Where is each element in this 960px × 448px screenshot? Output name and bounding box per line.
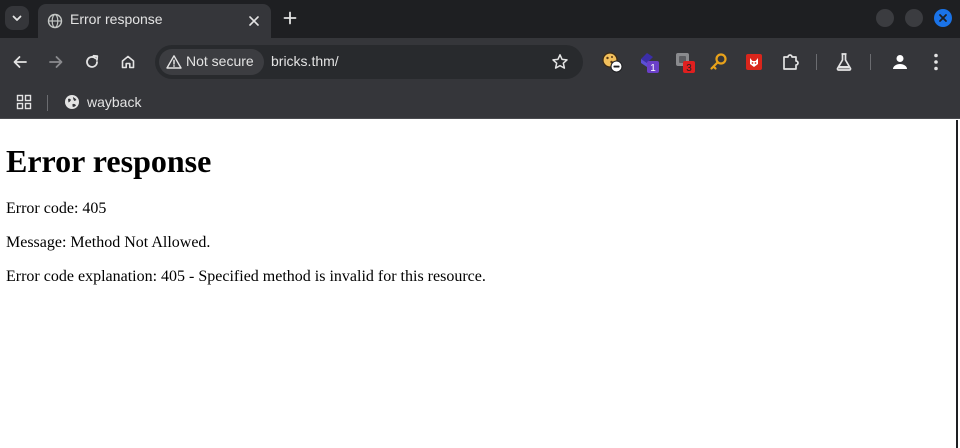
star-icon[interactable]	[551, 53, 569, 71]
close-icon	[249, 16, 259, 26]
chevron-down-icon	[12, 15, 22, 21]
bookmarks-bar: wayback	[0, 86, 960, 119]
reload-icon	[86, 54, 99, 68]
home-icon	[121, 55, 135, 69]
fox-extension-icon[interactable]	[743, 51, 765, 73]
key-extension-icon[interactable]	[708, 51, 730, 73]
warning-triangle-icon	[166, 55, 182, 69]
kebab-menu-icon[interactable]	[925, 51, 947, 73]
bookmarks-divider	[47, 95, 48, 111]
shape-extension-icon[interactable]: 1	[638, 51, 660, 73]
error-explanation-text: Error code explanation: 405 - Specified …	[6, 268, 486, 285]
toolbar: Not secure bricks.thm/ 1 3	[0, 38, 960, 86]
forward-arrow-icon	[49, 56, 63, 68]
maximize-button[interactable]	[905, 9, 923, 27]
cookie-extension-icon[interactable]	[601, 51, 623, 73]
forward-button[interactable]	[44, 50, 68, 74]
security-label: Not secure	[186, 53, 254, 69]
new-tab-button[interactable]	[279, 7, 301, 29]
home-button[interactable]	[116, 50, 140, 74]
minimize-button[interactable]	[876, 9, 894, 27]
security-chip[interactable]: Not secure	[159, 49, 264, 75]
person-icon[interactable]	[889, 51, 911, 73]
bookmark-label: wayback	[87, 94, 142, 110]
url-text[interactable]: bricks.thm/	[271, 53, 339, 69]
toolbar-divider	[816, 54, 817, 70]
address-bar[interactable]: Not secure bricks.thm/	[155, 45, 583, 79]
plus-icon	[283, 11, 297, 25]
back-arrow-icon	[13, 56, 27, 68]
page-content: Error response Error code: 405 Message: …	[0, 120, 958, 448]
bookmark-wayback[interactable]: wayback	[58, 90, 147, 114]
tile-extension-icon[interactable]: 3	[674, 51, 696, 73]
globe-icon	[65, 95, 79, 109]
window-close-button[interactable]	[934, 9, 952, 27]
reload-button[interactable]	[80, 50, 104, 74]
globe-icon	[47, 13, 63, 29]
close-icon	[939, 14, 947, 22]
extension-badge: 1	[650, 63, 656, 73]
tab-close-button[interactable]	[245, 12, 263, 30]
toolbar-divider	[870, 54, 871, 70]
error-code-text: Error code: 405	[6, 200, 107, 217]
page-title: Error response	[6, 143, 212, 179]
active-tab[interactable]: Error response	[38, 4, 271, 38]
apps-grid-icon[interactable]	[16, 94, 32, 110]
error-message-text: Message: Method Not Allowed.	[6, 234, 211, 251]
back-button[interactable]	[8, 50, 32, 74]
extension-badge: 3	[686, 63, 692, 73]
tab-title: Error response	[70, 11, 163, 27]
tab-strip: Error response	[0, 0, 960, 38]
tab-search-button[interactable]	[5, 6, 29, 30]
flask-icon[interactable]	[833, 51, 855, 73]
puzzle-icon[interactable]	[780, 51, 802, 73]
